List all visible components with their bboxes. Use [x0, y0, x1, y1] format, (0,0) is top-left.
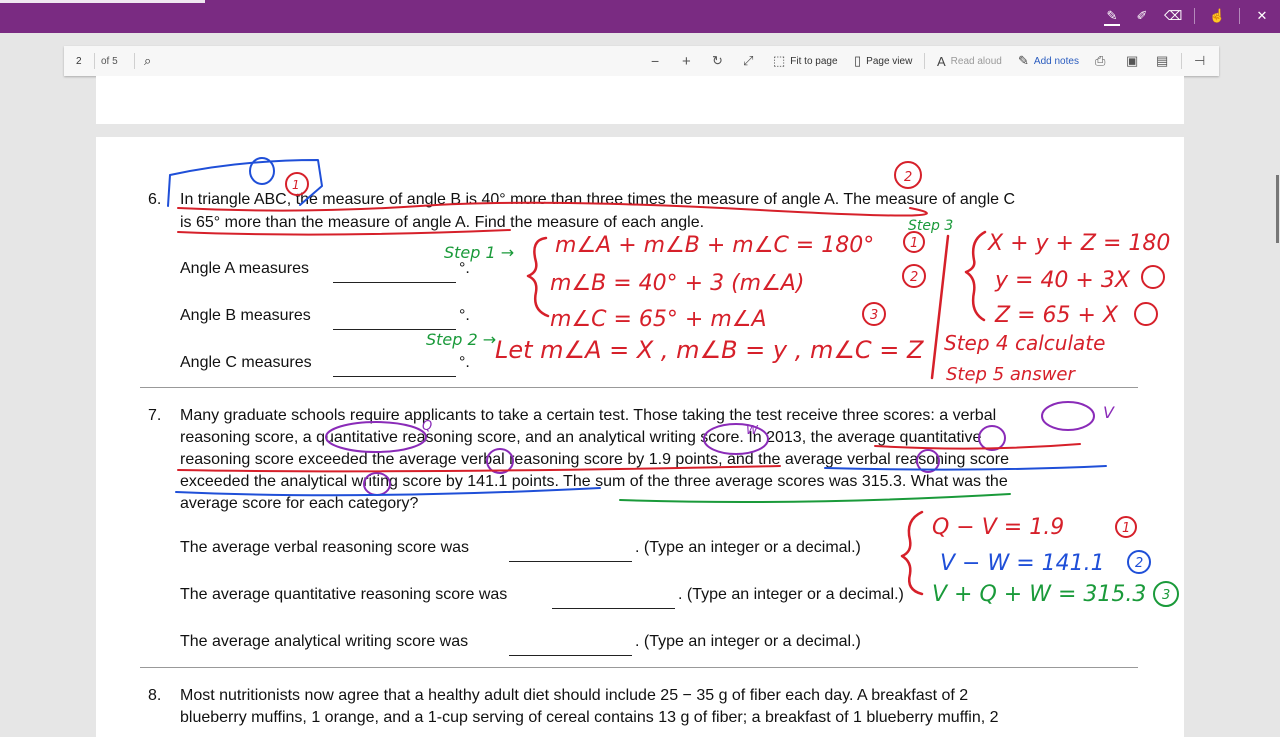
problem-7-line: exceeded the analytical writing score by…: [180, 473, 1008, 490]
draw-pen-icon[interactable]: ✎: [1104, 8, 1120, 26]
add-notes-icon: ✎: [1018, 53, 1029, 68]
scrollbar-thumb[interactable]: [1276, 175, 1279, 243]
toolbar-divider: [1181, 53, 1182, 69]
document-page: 6. In triangle ABC, the measure of angle…: [96, 137, 1184, 737]
angle-a-label: Angle A measures: [180, 260, 309, 277]
browser-titlebar: ✎ ✐ ⌫ ☝ ✕: [0, 0, 1280, 33]
problem-7-number: 7.: [148, 407, 162, 424]
zoom-out-icon[interactable]: −: [651, 46, 659, 76]
problem-6-line-1: In triangle ABC, the measure of angle B …: [180, 191, 1016, 208]
read-aloud-button[interactable]: A Read aloud: [937, 46, 1002, 76]
zoom-in-icon[interactable]: +: [682, 46, 691, 76]
eraser-icon[interactable]: ⌫: [1164, 8, 1182, 24]
verbal-label: The average verbal reasoning score was: [180, 539, 470, 556]
fit-to-page-button[interactable]: ⬚ Fit to page: [773, 46, 838, 76]
toolbar-divider: [924, 53, 925, 69]
quantitative-label: The average quantitative reasoning score…: [180, 586, 508, 603]
angle-b-label: Angle B measures: [180, 307, 311, 324]
toolbar-divider: [1194, 8, 1195, 24]
divider: [140, 387, 1138, 388]
problem-8-line-1: Most nutritionists now agree that a heal…: [180, 687, 969, 704]
problem-6-number: 6.: [148, 191, 162, 208]
page-view-icon: ▯: [854, 53, 862, 68]
problem-7-line: reasoning score exceeded the average ver…: [180, 451, 1009, 468]
read-aloud-icon: A: [937, 53, 946, 69]
angle-a-answer-field[interactable]: [333, 282, 456, 283]
fullscreen-icon[interactable]: ⤢: [743, 46, 753, 76]
page-view-label: Page view: [866, 55, 913, 67]
quantitative-answer-field[interactable]: [552, 608, 675, 609]
highlighter-icon[interactable]: ✐: [1134, 8, 1150, 24]
verbal-answer-field[interactable]: [509, 561, 632, 562]
type-hint: . (Type an integer or a decimal.): [635, 633, 861, 650]
fit-page-icon: ⬚: [773, 53, 786, 68]
pin-toolbar-icon[interactable]: ⊣: [1194, 46, 1205, 76]
type-hint: . (Type an integer or a decimal.): [678, 586, 904, 603]
save-icon[interactable]: ▣: [1126, 46, 1138, 76]
problem-7-line: Many graduate schools require applicants…: [180, 407, 997, 424]
save-as-icon[interactable]: ▤: [1156, 46, 1168, 76]
toolbar-divider: [1239, 8, 1240, 24]
read-aloud-label: Read aloud: [950, 55, 1002, 67]
add-notes-label: Add notes: [1033, 55, 1079, 67]
divider: [140, 667, 1138, 668]
page-count: of 5: [101, 55, 118, 67]
writing-label: The average analytical writing score was: [180, 633, 469, 650]
previous-page-bottom: [96, 76, 1184, 124]
toolbar-divider: [134, 53, 135, 69]
tab-strip: [0, 0, 205, 3]
problem-8-line-2: blueberry muffins, 1 orange, and a 1-cup…: [180, 709, 999, 726]
type-hint: . (Type an integer or a decimal.): [635, 539, 861, 556]
page-view-button[interactable]: ▯ Page view: [854, 46, 912, 76]
writing-answer-field[interactable]: [509, 655, 632, 656]
degree-suffix: °.: [459, 260, 470, 277]
add-notes-button[interactable]: ✎ Add notes: [1018, 46, 1079, 76]
page-number-input[interactable]: 2: [76, 46, 82, 76]
problem-8-number: 8.: [148, 687, 162, 704]
angle-b-answer-field[interactable]: [333, 329, 456, 330]
problem-7-line: average score for each category?: [180, 495, 419, 512]
angle-c-label: Angle C measures: [180, 354, 312, 371]
pdf-toolbar: 2 of 5 ⌕ − + ↻ ⤢ ⬚ Fit to page ▯ Page vi…: [64, 46, 1219, 76]
problem-6-line-2: is 65° more than the measure of angle A.…: [180, 214, 705, 231]
degree-suffix: °.: [459, 354, 470, 371]
print-icon[interactable]: ⎙: [1095, 46, 1105, 76]
close-ink-icon[interactable]: ✕: [1254, 8, 1270, 24]
toolbar-divider: [94, 53, 95, 69]
angle-c-answer-field[interactable]: [333, 376, 456, 377]
fit-to-page-label: Fit to page: [790, 55, 838, 67]
search-icon[interactable]: ⌕: [144, 46, 151, 76]
degree-suffix: °.: [459, 307, 470, 324]
touch-write-icon[interactable]: ☝: [1209, 8, 1225, 24]
rotate-icon[interactable]: ↻: [712, 46, 723, 76]
problem-7-line: reasoning score, a quantitative reasonin…: [180, 429, 982, 446]
